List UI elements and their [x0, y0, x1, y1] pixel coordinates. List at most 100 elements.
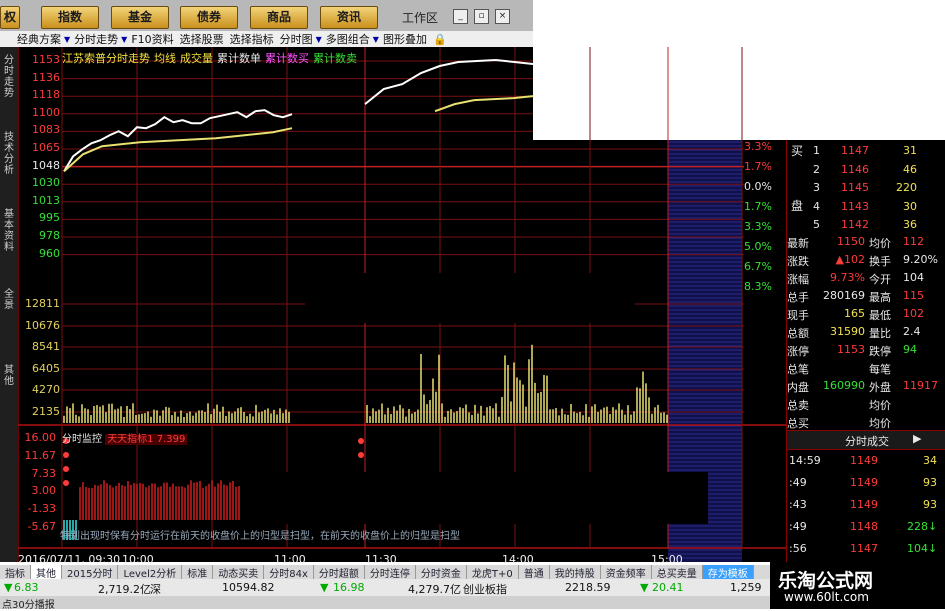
price-tick-label: 1100: [32, 105, 60, 119]
signal-dot: [63, 452, 69, 458]
quote-value: 31590: [830, 325, 865, 338]
bottom-tab[interactable]: 存为模板: [702, 564, 754, 580]
order-book-row: 3 1145 220: [787, 180, 945, 196]
quote-panel: 买 盘 1 1147 31 2 1146 46 3 1145 220 4 1143 30 5 1142 36…: [786, 140, 945, 562]
quote-label: 涨跌: [787, 255, 809, 268]
bottom-tab[interactable]: 龙虎T+0: [467, 564, 519, 580]
chart-title-part: 江苏索普分时走势: [62, 52, 150, 65]
quote-value-2: 115: [903, 289, 924, 302]
chart-title-part: 累计数卖: [313, 52, 357, 65]
quote-row: 总手 280169 最高 115: [787, 287, 945, 305]
tick-volume: 93: [923, 476, 937, 489]
bottom-tab[interactable]: 我的持股: [550, 564, 601, 580]
level-price: 1142: [841, 218, 869, 231]
quote-row: 涨幅 9.73% 今开 104: [787, 269, 945, 287]
chart-title: 江苏索普分时走势 均线 成交量 累计数单 累计数买 累计数卖: [62, 50, 361, 66]
bottom-tab[interactable]: 分时连停: [365, 564, 416, 580]
bottom-tab[interactable]: 指标: [0, 564, 31, 580]
bottom-tab[interactable]: 分时资金: [416, 564, 467, 580]
quote-row: 总额 31590 量比 2.4: [787, 323, 945, 341]
quote-label-2: 均价: [869, 237, 891, 250]
tick-row: :49 1149 93: [787, 474, 945, 491]
ticks-header: 分时成交 ▶: [787, 430, 945, 450]
indicator-note: 特别出现时保有分时运行在前天的收盘价上的归型是扫型，在前天的收盘价上的归型是扫型: [60, 531, 460, 542]
occlusion-block: [240, 472, 708, 524]
sz-down-icon: ▼: [320, 581, 329, 594]
quote-label: 现手: [787, 309, 809, 322]
price-tick-label: 1013: [32, 193, 60, 207]
price-tick-label: 1083: [32, 123, 60, 137]
quote-label-2: 最高: [869, 291, 891, 304]
occlusion-block: [305, 273, 635, 323]
quote-label: 最新: [787, 237, 809, 250]
tick-row: 14:59 1149 34: [787, 452, 945, 469]
sz-index: 10594.82: [222, 581, 275, 594]
cyb-change: 20.41: [652, 581, 684, 594]
volume-tick-label: 2135: [32, 404, 60, 418]
tick-time: 14:59: [789, 454, 821, 467]
bottom-tab[interactable]: 2015分时: [62, 564, 119, 580]
cyb-label: 创业板指: [463, 583, 507, 596]
quote-value: 9.73%: [830, 271, 865, 284]
quote-value-2: 94: [903, 343, 917, 356]
avg-line-pm: [434, 95, 534, 113]
quote-label: 涨停: [787, 345, 809, 358]
level-number: 2: [813, 162, 820, 176]
order-book-row: 5 1142 36: [787, 217, 945, 233]
quote-row: 涨跌 ▲102 换手 9.20%: [787, 251, 945, 269]
ticks-header-label[interactable]: 分时成交: [845, 433, 889, 449]
bottom-tab[interactable]: 普通: [519, 564, 550, 580]
sz-amount: 4,279.7亿: [408, 583, 461, 596]
bottom-tab[interactable]: 动态买卖: [213, 564, 265, 580]
tick-price: 1149: [850, 454, 878, 467]
quote-row: 现手 165 最低 102: [787, 305, 945, 323]
brand-url: www.60lt.com: [784, 590, 869, 604]
quote-row: 总卖 均价: [787, 395, 945, 413]
quote-label-2: 量比: [869, 327, 891, 340]
tick-price: 1147: [850, 542, 878, 555]
quote-value: ▲102: [835, 253, 865, 266]
order-book-row: 4 1143 30: [787, 199, 945, 215]
level-price: 1147: [841, 144, 869, 157]
tick-row: :56 1147 104↓: [787, 540, 945, 557]
volume-tick-label: 10676: [25, 318, 60, 332]
bottom-tabs: 指标 其他 2015分时 Level2分析 标准 动态买卖 分时84x 分时超额 分时连停 分时资…: [0, 564, 786, 580]
volume-tick-label: 4270: [32, 383, 60, 396]
quote-value-2: 104: [903, 271, 924, 284]
bottom-tab[interactable]: Level2分析: [118, 564, 183, 580]
footer-bar: 点30分播报: [0, 596, 786, 611]
chart-title-part: 均线: [154, 52, 176, 65]
quote-row: 内盘 160990 外盘 11917: [787, 377, 945, 395]
bottom-tab[interactable]: 资金频率: [601, 564, 652, 580]
bottom-tab[interactable]: 分时84x: [264, 564, 314, 580]
quote-value: 160990: [823, 379, 865, 392]
bottom-tab[interactable]: 其他: [31, 564, 62, 580]
tick-volume: 104↓: [907, 542, 938, 555]
tick-volume: 34: [923, 454, 937, 467]
volume-tick-label: 6405: [32, 361, 60, 375]
quote-value: 1150: [837, 235, 865, 248]
quote-label-2: 均价: [869, 417, 891, 430]
level-number: 1: [813, 144, 820, 157]
level-price: 1146: [841, 162, 869, 176]
quote-label: 总手: [787, 291, 809, 304]
percent-tick-label: 6.7%: [744, 260, 772, 273]
quote-label-2: 每笔: [869, 363, 891, 376]
bottom-tab[interactable]: 分时超额: [314, 564, 365, 580]
quote-label-2: 跌停: [869, 345, 891, 358]
sh-amount: 2,719.2亿: [98, 583, 151, 596]
percent-tick-label: 5.0%: [744, 240, 772, 253]
indicator-tick-label: 3.00: [31, 484, 57, 498]
tick-volume: 228↓: [907, 520, 938, 533]
bottom-tab[interactable]: 总买卖量: [652, 564, 703, 580]
level-volume: 220: [896, 181, 917, 194]
indicator-name[interactable]: 分时监控: [62, 434, 102, 445]
percent-tick-label: 8.3%: [744, 280, 772, 293]
quote-value-2: 102: [903, 307, 924, 320]
level-volume: 46: [903, 162, 917, 176]
bottom-tab[interactable]: 标准: [182, 564, 214, 580]
quote-row: 最新 1150 均价 112: [787, 233, 945, 251]
quote-label: 总额: [787, 327, 809, 340]
panel-toggle-icon[interactable]: ▶: [913, 432, 921, 445]
quote-value: 1153: [837, 343, 865, 356]
